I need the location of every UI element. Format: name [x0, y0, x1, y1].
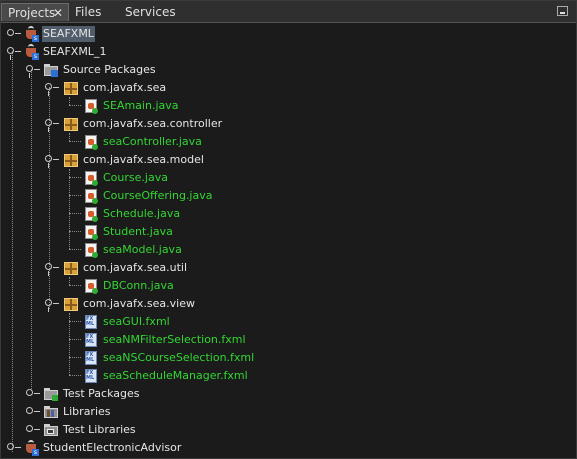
fxml-file-icon: FX ML — [83, 314, 99, 330]
expanded-toggle-icon[interactable] — [44, 262, 59, 276]
package-icon — [63, 152, 79, 168]
tree-node-label[interactable]: Schedule.java — [102, 206, 181, 222]
tree-node-label[interactable]: com.javafx.sea.model — [82, 152, 205, 168]
tree-node-label[interactable]: seaNSCourseSelection.fxml — [102, 350, 255, 366]
tree-node-label[interactable]: Test Packages — [62, 386, 140, 402]
tab-projects-label: Projects — [8, 6, 56, 20]
tree-node-label[interactable]: seaNMFilterSelection.fxml — [102, 332, 247, 348]
java-file-icon — [83, 278, 99, 294]
tree-node-file[interactable]: SEAmain.java — [1, 97, 576, 115]
tree-node-label[interactable]: SEAmain.java — [102, 98, 180, 114]
tree-node-file[interactable]: FX ML seaNSCourseSelection.fxml — [1, 349, 576, 367]
package-icon — [63, 296, 79, 312]
tree-node-label[interactable]: Course.java — [102, 170, 169, 186]
tree-node-file[interactable]: Student.java — [1, 223, 576, 241]
tree-node-label[interactable]: StudentElectronicAdvisor — [42, 440, 182, 456]
package-icon — [63, 116, 79, 132]
tree-node-package-view[interactable]: com.javafx.sea.view — [1, 295, 576, 313]
java-file-icon — [83, 206, 99, 222]
tree-node-student-advisor[interactable]: s StudentElectronicAdvisor — [1, 439, 576, 457]
java-file-icon — [83, 170, 99, 186]
tab-files[interactable]: Files — [69, 3, 119, 21]
tab-bar: Projects ✕ Files Services — [1, 1, 576, 23]
java-project-icon: s — [23, 26, 39, 42]
minimize-window-icon[interactable] — [557, 6, 568, 16]
tree-node-label[interactable]: seaScheduleManager.fxml — [102, 368, 249, 384]
java-file-icon — [83, 134, 99, 150]
tab-services[interactable]: Services — [119, 3, 199, 21]
tree-node-file[interactable]: seaModel.java — [1, 241, 576, 259]
tree-node-label[interactable]: seaModel.java — [102, 242, 183, 258]
tree-node-package-controller[interactable]: com.javafx.sea.controller — [1, 115, 576, 133]
tree-node-seafxml-1[interactable]: s SEAFXML_1 — [1, 43, 576, 61]
java-project-icon: s — [23, 44, 39, 60]
tree-node-file[interactable]: Schedule.java — [1, 205, 576, 223]
tree-node-seafxml[interactable]: s SEAFXML — [1, 25, 576, 43]
tree-node-label[interactable]: CourseOffering.java — [102, 188, 213, 204]
expanded-toggle-icon[interactable] — [44, 118, 59, 132]
tree-node-package-sea[interactable]: com.javafx.sea — [1, 79, 576, 97]
java-file-icon — [83, 98, 99, 114]
tree-node-label[interactable]: com.javafx.sea — [82, 80, 167, 96]
java-project-icon: s — [23, 440, 39, 456]
tree-node-test-libraries[interactable]: Test Libraries — [1, 421, 576, 439]
tree-node-file[interactable]: DBConn.java — [1, 277, 576, 295]
fxml-file-icon: FX ML — [83, 368, 99, 384]
expanded-toggle-icon[interactable] — [44, 82, 59, 96]
tree-node-label[interactable]: seaController.java — [102, 134, 203, 150]
tree-node-test-packages[interactable]: Test Packages — [1, 385, 576, 403]
java-file-icon — [83, 224, 99, 240]
tab-services-label: Services — [125, 5, 176, 19]
collapsed-toggle-icon[interactable] — [25, 388, 40, 399]
tree-node-label[interactable]: com.javafx.sea.view — [82, 296, 196, 312]
tree-node-label[interactable]: SEAFXML — [42, 26, 95, 42]
package-icon — [63, 80, 79, 96]
test-folder-icon — [43, 386, 59, 402]
projects-panel: Projects ✕ Files Services s SEAFXML s SE… — [0, 0, 577, 459]
test-libraries-icon — [43, 422, 59, 438]
source-folder-icon — [43, 62, 59, 78]
tree-node-file[interactable]: Course.java — [1, 169, 576, 187]
collapsed-toggle-icon[interactable] — [6, 442, 21, 453]
tree-node-label[interactable]: Test Libraries — [62, 422, 137, 438]
collapsed-toggle-icon[interactable] — [25, 406, 40, 417]
package-icon — [63, 260, 79, 276]
tree-node-libraries[interactable]: Libraries — [1, 403, 576, 421]
expanded-toggle-icon[interactable] — [25, 64, 40, 78]
tree-node-label[interactable]: DBConn.java — [102, 278, 175, 294]
collapsed-toggle-icon[interactable] — [25, 424, 40, 435]
tree-node-source-packages[interactable]: Source Packages — [1, 61, 576, 79]
tree-node-package-util[interactable]: com.javafx.sea.util — [1, 259, 576, 277]
tree-node-label[interactable]: Source Packages — [62, 62, 157, 78]
tab-projects[interactable]: Projects ✕ — [1, 3, 69, 21]
project-tree: s SEAFXML s SEAFXML_1 Source Packages co… — [1, 23, 576, 459]
tree-node-file[interactable]: FX ML seaScheduleManager.fxml — [1, 367, 576, 385]
tree-node-label[interactable]: Student.java — [102, 224, 174, 240]
tree-node-file[interactable]: FX ML seaGUI.fxml — [1, 313, 576, 331]
java-file-icon — [83, 242, 99, 258]
tree-node-label[interactable]: seaGUI.fxml — [102, 314, 171, 330]
tab-files-label: Files — [75, 5, 102, 19]
fxml-file-icon: FX ML — [83, 332, 99, 348]
tree-node-file[interactable]: FX ML seaNMFilterSelection.fxml — [1, 331, 576, 349]
expanded-toggle-icon[interactable] — [6, 46, 21, 60]
expanded-toggle-icon[interactable] — [44, 298, 59, 312]
tree-node-label[interactable]: com.javafx.sea.controller — [82, 116, 223, 132]
tree-node-file[interactable]: CourseOffering.java — [1, 187, 576, 205]
libraries-icon — [43, 404, 59, 420]
tree-node-package-model[interactable]: com.javafx.sea.model — [1, 151, 576, 169]
tree-node-file[interactable]: seaController.java — [1, 133, 576, 151]
expanded-toggle-icon[interactable] — [44, 154, 59, 168]
fxml-file-icon: FX ML — [83, 350, 99, 366]
collapsed-toggle-icon[interactable] — [6, 28, 21, 39]
tree-node-label[interactable]: com.javafx.sea.util — [82, 260, 188, 276]
close-tab-icon[interactable]: ✕ — [53, 4, 63, 22]
java-file-icon — [83, 188, 99, 204]
tree-node-label[interactable]: Libraries — [62, 404, 112, 420]
tree-node-label[interactable]: SEAFXML_1 — [42, 44, 107, 60]
